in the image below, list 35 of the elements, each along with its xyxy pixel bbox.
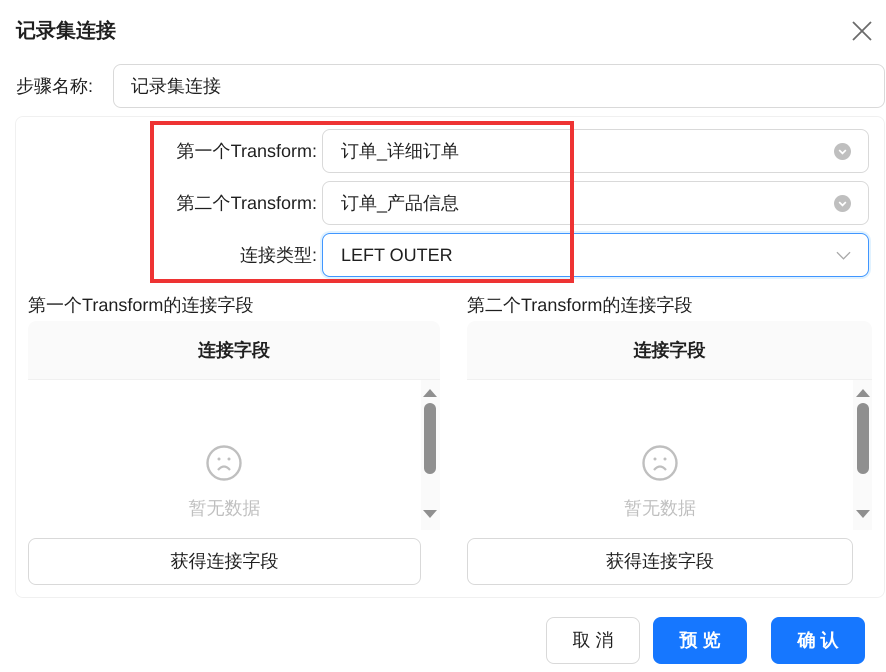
select-field[interactable]: LEFT OUTER	[322, 233, 869, 277]
field-label: 步骤名称:	[15, 74, 94, 98]
field-label: 第二个Transform:	[176, 192, 317, 214]
section-title: 第一个Transform的连接字段	[28, 294, 254, 317]
sad-face-icon	[642, 445, 678, 481]
column-header: 连接字段	[196, 338, 271, 362]
scrollbar-thumb[interactable]	[856, 403, 868, 474]
step-name-field[interactable]: 记录集连接	[113, 64, 885, 108]
select-field[interactable]: 订单_产品信息	[322, 181, 869, 225]
footer-button[interactable]: 确 认	[771, 617, 865, 664]
select-field[interactable]: 订单_详细订单	[322, 129, 869, 173]
close-icon	[852, 21, 872, 41]
chevron-down-circle-icon	[834, 194, 851, 212]
scrollbar[interactable]	[853, 380, 872, 530]
close-button[interactable]	[851, 20, 873, 42]
scrollbar[interactable]	[420, 380, 440, 530]
field-label: 第一个Transform:	[176, 140, 317, 162]
scroll-up-arrow-icon	[856, 389, 870, 397]
dialog-title: 记录集连接	[16, 18, 116, 44]
get-fields-button[interactable]: 获得连接字段	[28, 538, 421, 585]
scroll-up-arrow-icon	[423, 389, 438, 397]
chevron-down-icon	[836, 250, 851, 260]
sad-face-icon	[206, 445, 242, 481]
section-title: 第二个Transform的连接字段	[466, 294, 694, 317]
chevron-down-circle-icon	[834, 142, 851, 160]
empty-text: 暂无数据	[188, 497, 260, 520]
column-header: 连接字段	[632, 338, 706, 362]
field-label: 连接类型:	[240, 244, 317, 266]
footer-button[interactable]: 预 览	[653, 617, 747, 664]
scroll-down-arrow-icon	[856, 510, 870, 518]
scrollbar-thumb[interactable]	[424, 403, 436, 474]
empty-text: 暂无数据	[624, 497, 696, 520]
footer-button[interactable]: 取 消	[546, 617, 640, 664]
scroll-down-arrow-icon	[423, 510, 438, 518]
get-fields-button[interactable]: 获得连接字段	[466, 538, 853, 585]
